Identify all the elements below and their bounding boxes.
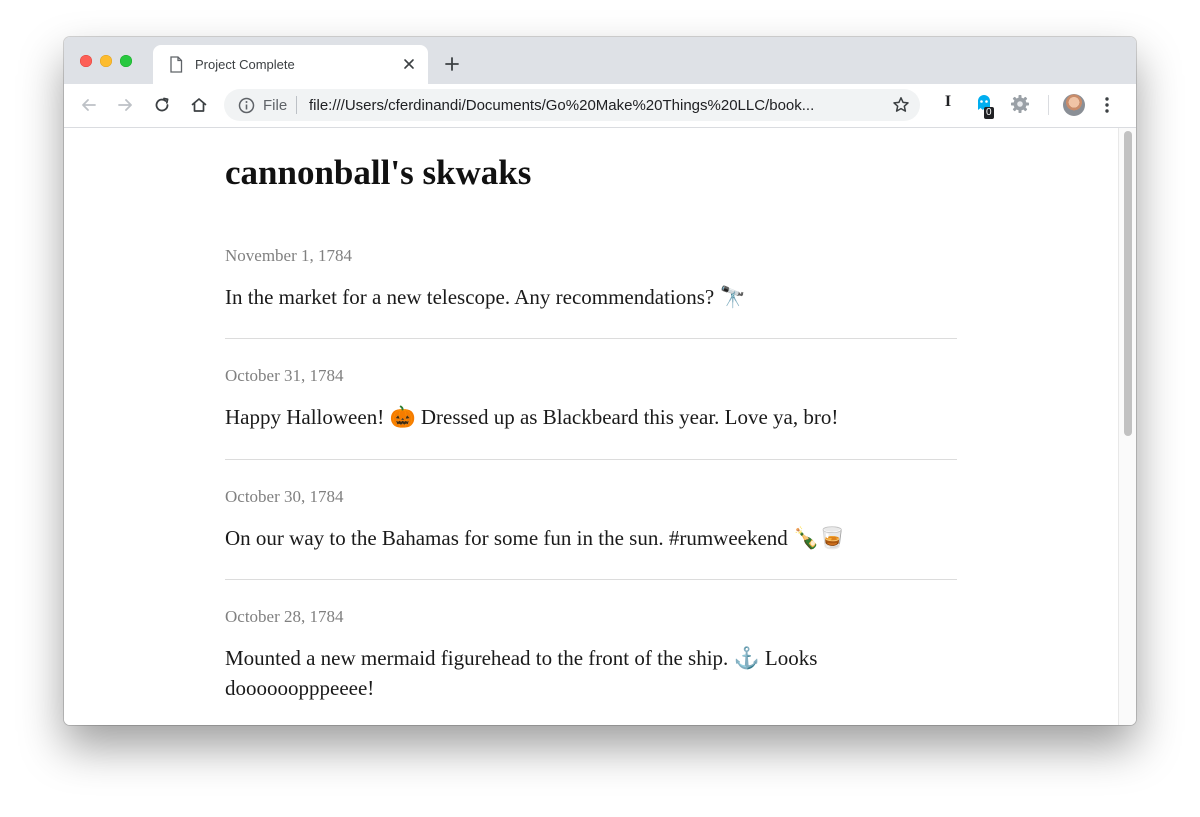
page-title: cannonball's skwaks: [225, 153, 532, 192]
back-button[interactable]: [80, 96, 98, 119]
home-button[interactable]: [190, 96, 208, 119]
gear-extension-icon[interactable]: [1010, 94, 1030, 119]
info-icon[interactable]: [238, 97, 255, 119]
post-text: On our way to the Bahamas for some fun i…: [225, 526, 846, 550]
post-text: Happy Halloween! 🎃 Dressed up as Blackbe…: [225, 405, 839, 429]
forward-arrow-icon: [118, 99, 132, 111]
new-tab-button[interactable]: [444, 56, 460, 77]
post-divider: [225, 579, 957, 580]
post-date: October 31, 1784: [225, 366, 344, 385]
tab-bar: Project Complete: [64, 37, 1136, 84]
back-arrow-icon: [82, 99, 96, 111]
post-date: October 30, 1784: [225, 487, 344, 506]
address-bar[interactable]: File file:///Users/cferdinandi/Documents…: [224, 89, 920, 121]
home-icon: [191, 98, 207, 112]
reload-icon: [155, 97, 169, 112]
bookmark-star-icon[interactable]: [892, 96, 910, 119]
post-divider: [225, 338, 957, 339]
post-text: Mounted a new mermaid figurehead to the …: [225, 646, 818, 700]
tab-close-icon[interactable]: [402, 57, 416, 76]
page-viewport: cannonball's skwaks November 1, 1784 In …: [64, 128, 1118, 725]
extension-i-icon[interactable]: I: [941, 93, 955, 111]
forward-button[interactable]: [116, 96, 134, 119]
post-date: October 28, 1784: [225, 607, 344, 626]
tab-project-complete[interactable]: Project Complete: [153, 45, 428, 84]
extension-badge: 0: [984, 107, 994, 119]
browser-toolbar: File file:///Users/cferdinandi/Documents…: [64, 84, 1136, 128]
scheme-chip: File: [263, 97, 288, 114]
post-text: In the market for a new telescope. Any r…: [225, 285, 746, 309]
window-minimize-button[interactable]: [100, 55, 112, 67]
scrollbar-thumb[interactable]: [1124, 131, 1132, 436]
browser-window: Project Complete File file:///Users/cfer…: [64, 37, 1136, 725]
window-close-button[interactable]: [80, 55, 92, 67]
profile-avatar[interactable]: [1063, 94, 1085, 116]
tab-title: Project Complete: [195, 57, 295, 72]
url-text[interactable]: file:///Users/cferdinandi/Documents/Go%2…: [309, 97, 879, 114]
chip-divider: [296, 96, 297, 114]
browser-menu-icon[interactable]: [1104, 95, 1110, 120]
post-date: November 1, 1784: [225, 246, 353, 265]
reload-button[interactable]: [153, 96, 171, 119]
document-icon: [169, 56, 183, 78]
page-scrollbar[interactable]: [1118, 128, 1136, 725]
toolbar-divider: [1048, 95, 1049, 115]
window-maximize-button[interactable]: [120, 55, 132, 67]
post-divider: [225, 459, 957, 460]
